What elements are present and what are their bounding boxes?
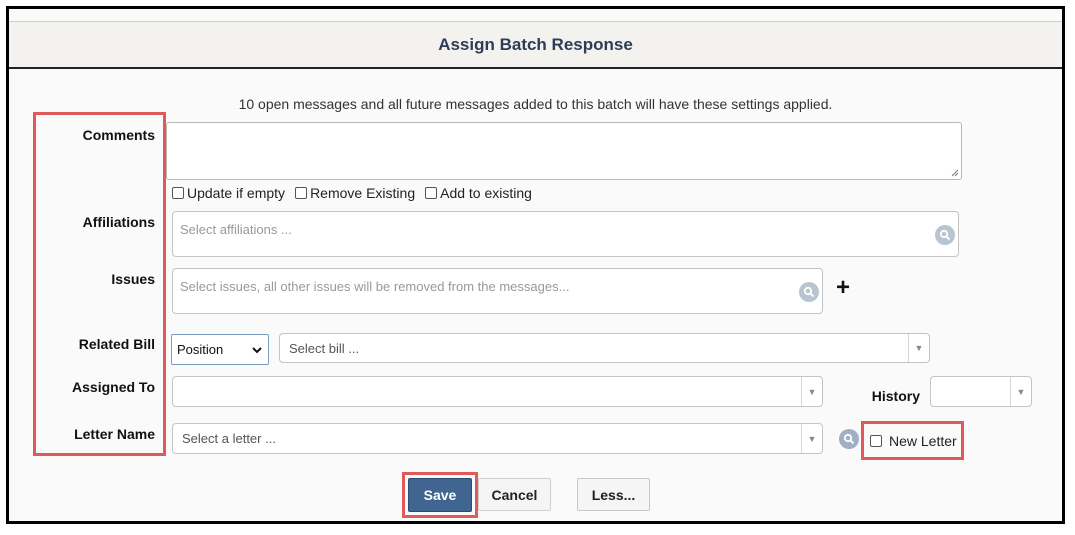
letter-select[interactable]: Select a letter ... ▼ — [172, 423, 823, 454]
new-letter-label: New Letter — [889, 433, 957, 449]
letter-name-label: Letter Name — [74, 426, 155, 442]
add-issue-icon[interactable]: + — [836, 274, 850, 302]
assign-batch-response-dialog: Assign Batch Response 10 open messages a… — [6, 6, 1065, 524]
chevron-down-icon — [252, 347, 262, 354]
dialog-title: Assign Batch Response — [438, 34, 633, 54]
issues-placeholder: Select issues, all other issues will be … — [180, 279, 570, 294]
affiliations-placeholder: Select affiliations ... — [180, 222, 292, 237]
update-if-empty-option[interactable]: Update if empty — [172, 185, 285, 201]
bill-select[interactable]: Select bill ... ▼ — [279, 333, 930, 363]
issues-label: Issues — [111, 271, 155, 287]
position-value: Position — [177, 342, 224, 357]
new-letter-checkbox[interactable] — [870, 435, 882, 447]
letter-dropdown-arrow-icon[interactable]: ▼ — [801, 424, 822, 453]
comments-textarea[interactable] — [166, 122, 962, 180]
dialog-header: Assign Batch Response — [9, 21, 1062, 69]
assigned-to-select[interactable]: ▼ — [172, 376, 823, 407]
remove-existing-option[interactable]: Remove Existing — [295, 185, 415, 201]
save-button[interactable]: Save — [408, 478, 472, 512]
history-label: History — [871, 388, 920, 404]
cancel-button[interactable]: Cancel — [478, 478, 551, 511]
resize-handle-icon[interactable] — [951, 169, 959, 177]
history-dropdown-arrow-icon[interactable]: ▼ — [1010, 377, 1031, 406]
add-to-existing-label: Add to existing — [440, 185, 532, 201]
bill-placeholder: Select bill ... — [289, 340, 360, 356]
remove-existing-checkbox[interactable] — [295, 187, 308, 199]
letter-search-icon[interactable] — [839, 429, 859, 449]
info-message: 10 open messages and all future messages… — [238, 96, 833, 112]
add-to-existing-checkbox[interactable] — [425, 187, 438, 199]
history-select[interactable]: ▼ — [930, 376, 1032, 407]
affiliations-label: Affiliations — [82, 214, 155, 230]
issues-select[interactable]: Select issues, all other issues will be … — [172, 268, 823, 314]
related-bill-label: Related Bill — [78, 336, 155, 352]
bill-dropdown-arrow-icon[interactable]: ▼ — [908, 334, 929, 362]
new-letter-option[interactable]: New Letter — [870, 433, 957, 449]
affiliations-search-icon[interactable] — [935, 225, 955, 245]
position-select[interactable]: Position — [171, 334, 269, 365]
affiliations-select[interactable]: Select affiliations ... — [172, 211, 959, 257]
letter-placeholder: Select a letter ... — [182, 431, 276, 446]
less-button[interactable]: Less... — [577, 478, 650, 511]
issues-search-icon[interactable] — [799, 282, 819, 302]
update-if-empty-checkbox[interactable] — [172, 187, 184, 199]
comments-label: Comments — [82, 127, 155, 143]
add-to-existing-option[interactable]: Add to existing — [425, 185, 532, 201]
assigned-to-label: Assigned To — [72, 379, 155, 395]
remove-existing-label: Remove Existing — [310, 185, 416, 201]
update-if-empty-label: Update if empty — [187, 185, 286, 201]
